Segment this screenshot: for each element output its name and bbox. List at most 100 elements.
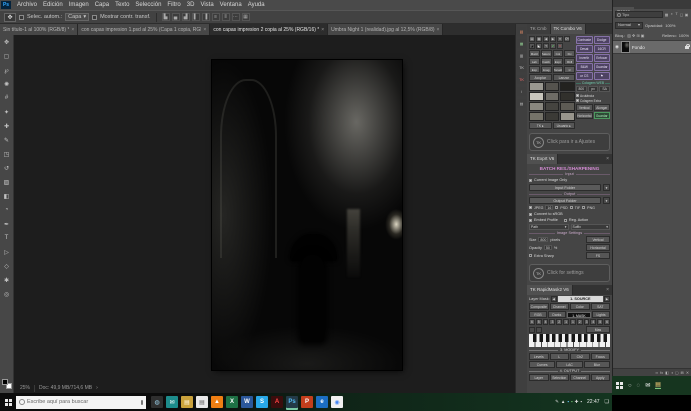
menu-item[interactable]: Edición xyxy=(40,2,66,8)
mask-plus-icon[interactable] xyxy=(536,327,542,333)
tk-combo-button[interactable]: Col xyxy=(553,50,564,57)
checkbox-icon[interactable] xyxy=(576,94,579,97)
tk-panel-tab[interactable]: TK Combo V6 xyxy=(551,24,586,34)
taskbar-app-excel[interactable]: X xyxy=(226,396,238,408)
tk-combo-action-button[interactable]: Desat xyxy=(576,45,593,53)
preset-thumbnail[interactable] xyxy=(529,82,544,91)
horizontal-button[interactable]: Horizontal xyxy=(586,244,610,251)
document-tab[interactable]: con capas impresion 2 copia al 25% (RGB/… xyxy=(210,24,328,35)
input-folder-button[interactable]: Input Folder xyxy=(529,184,601,191)
tk-combo-action-button[interactable]: 16CR xyxy=(594,45,611,53)
menu-item[interactable]: Ventana xyxy=(217,2,245,8)
auto-select-dropdown[interactable]: Capa ▾ xyxy=(65,13,89,21)
document-tab[interactable]: Sin título-1 al 100% (RGB/8) * × xyxy=(0,24,78,35)
tray-pen-icon[interactable]: ✎ xyxy=(555,400,559,405)
checkbox-icon[interactable] xyxy=(529,213,532,216)
taskbar-app-word[interactable]: W xyxy=(241,396,253,408)
tray-plus-icon[interactable]: ✚ xyxy=(575,400,579,405)
input-folder-dropdown-icon[interactable]: ▾ xyxy=(603,184,610,191)
layer-filter-icon[interactable]: ▣ xyxy=(684,12,689,17)
tk-combo-button[interactable]: Rkfl xyxy=(564,58,575,65)
output-folder-dropdown-icon[interactable]: ▾ xyxy=(603,197,610,204)
swatches-panel-icon[interactable]: ▦ xyxy=(517,39,526,48)
options-align-icon[interactable]: ▐ xyxy=(202,13,210,21)
menu-item[interactable]: 3D xyxy=(184,2,198,8)
zone-button[interactable]: 3 xyxy=(549,319,555,325)
tray-app-green-icon[interactable]: ▪ xyxy=(571,400,573,405)
layer-effects-icon[interactable]: fx xyxy=(660,371,663,375)
close-icon[interactable]: × xyxy=(603,154,612,164)
size-value[interactable]: 800 xyxy=(538,237,548,242)
foreground-color-swatch[interactable] xyxy=(2,379,8,385)
eyedropper-tool-icon[interactable]: ✦ xyxy=(0,105,13,119)
tray-app-blue-icon[interactable]: ▪ xyxy=(567,400,569,405)
zoom-50-button[interactable]: 50% xyxy=(564,36,570,42)
crop-tool-icon[interactable]: # xyxy=(0,91,13,105)
preset-thumbnail[interactable] xyxy=(560,92,575,101)
tk-combo-footer-button[interactable]: Usuario ▸ xyxy=(553,122,576,129)
layer-filter-dropdown[interactable]: Tipo xyxy=(615,11,663,18)
new-layer-icon[interactable]: ⊞ xyxy=(681,370,684,375)
lock-option-icon[interactable]: ✥ xyxy=(632,33,635,38)
tk-combo-action-button[interactable]: Guardar xyxy=(594,63,611,71)
tk-combo-button[interactable]: Imag xyxy=(541,66,552,73)
source-button[interactable]: Channel xyxy=(550,303,570,310)
modify-button[interactable]: LAC xyxy=(556,361,582,368)
taskbar-app-acrobat[interactable]: A xyxy=(271,396,283,408)
preset-thumbnail[interactable] xyxy=(560,112,575,121)
jpeg-checkbox[interactable] xyxy=(529,206,532,209)
status-chevron-icon[interactable]: › xyxy=(96,385,98,391)
mail-icon[interactable]: ✉ xyxy=(645,383,650,389)
output-button[interactable]: Apply xyxy=(591,374,611,381)
tk-red-panel-icon[interactable]: TK xyxy=(517,75,526,84)
zoom-tool-icon[interactable]: ◎ xyxy=(0,287,13,301)
start-button[interactable] xyxy=(616,382,623,389)
link-layers-icon[interactable]: ∞ xyxy=(655,371,658,375)
lasso-tool-icon[interactable]: ℘ xyxy=(0,63,13,77)
cancel-icon[interactable]: ✕ xyxy=(557,43,563,49)
options-align-icon[interactable]: ⋯ xyxy=(232,13,240,21)
close-doc-icon[interactable]: ✕ xyxy=(557,36,563,42)
tk-combo-button[interactable]: Fix xyxy=(564,50,575,57)
options-align-icon[interactable]: ▟ xyxy=(182,13,190,21)
close-icon[interactable]: × xyxy=(71,27,74,33)
tk-combo-button[interactable]: Expr xyxy=(553,58,564,65)
options-align-icon[interactable]: ▙ xyxy=(162,13,170,21)
menu-item[interactable]: Archivo xyxy=(14,2,40,8)
taskbar-app-chrome[interactable]: ◉ xyxy=(331,396,343,408)
modify-button[interactable]: Levels xyxy=(529,353,549,360)
start-button[interactable] xyxy=(0,399,16,406)
layer-thumbnail[interactable] xyxy=(621,41,630,53)
menu-item[interactable]: Capa xyxy=(92,2,112,8)
colagem-orientation-button[interactable]: Alongar xyxy=(594,104,611,111)
move-tool-icon[interactable]: ✥ xyxy=(0,35,13,49)
taskbar-search-box[interactable]: Escribe aquí para buscar xyxy=(16,396,146,409)
modify-button[interactable]: Focus xyxy=(591,353,611,360)
tk-combo-action-button[interactable]: or CS xyxy=(576,72,593,80)
open-doc-icon[interactable]: ▦ xyxy=(536,36,542,42)
lights-button[interactable]: Lights xyxy=(592,311,610,318)
zone-button[interactable]: 4 xyxy=(590,319,596,325)
preset-thumbnail[interactable] xyxy=(529,112,544,121)
close-icon[interactable]: × xyxy=(603,285,612,295)
taskbar-app-skype[interactable]: S xyxy=(256,396,268,408)
options-align-icon[interactable]: ▌ xyxy=(192,13,200,21)
properties-panel-icon[interactable]: ▤ xyxy=(517,99,526,108)
darks-button[interactable]: Darks xyxy=(548,311,566,318)
rgb-button[interactable]: RGB xyxy=(529,311,547,318)
healing-brush-tool-icon[interactable]: ✚ xyxy=(0,119,13,133)
lock-option-icon[interactable]: ▣ xyxy=(641,33,645,38)
tk-combo-action-button[interactable]: Enfocar xyxy=(594,54,611,62)
colagem-size-button[interactable]: px xyxy=(588,86,599,92)
zone-button[interactable]: 1 xyxy=(570,319,576,325)
black-brush-icon[interactable]: ◢ xyxy=(529,43,535,49)
tk-rapidmask-tab[interactable]: TK RapidMask2 V6 xyxy=(527,285,573,295)
gradient-tool-icon[interactable]: ◧ xyxy=(0,189,13,203)
path-dropdown[interactable]: Path ▾ xyxy=(529,224,569,230)
explorer-icon[interactable]: ▤ xyxy=(655,382,661,389)
cortana-icon[interactable]: ○ xyxy=(628,383,632,389)
close-icon[interactable]: × xyxy=(203,27,206,33)
quick-selection-tool-icon[interactable]: ✺ xyxy=(0,77,13,91)
taskbar-app-powerpoint[interactable]: P xyxy=(301,396,313,408)
output-button[interactable]: Channel xyxy=(570,374,590,381)
